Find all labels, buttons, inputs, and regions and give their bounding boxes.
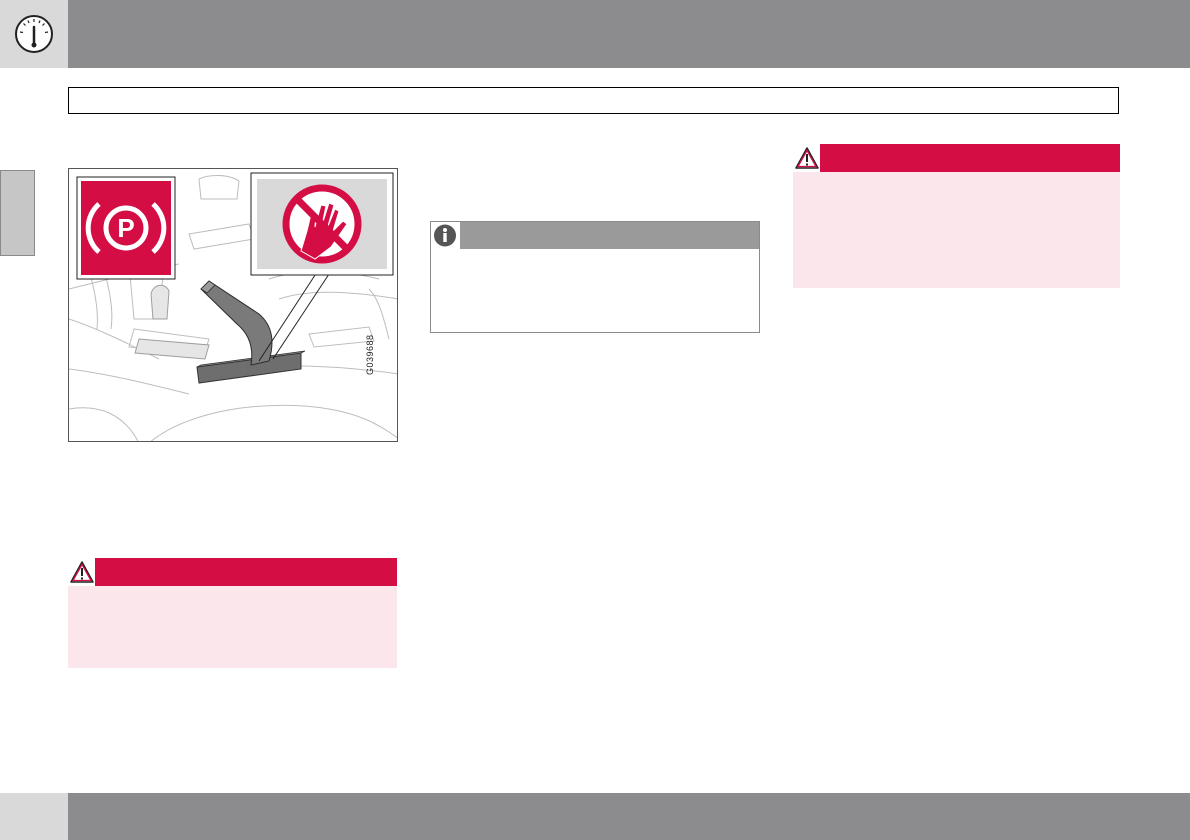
warning-header (68, 558, 397, 586)
parking-brake-symbol-icon: P (76, 176, 176, 280)
header-bar (68, 0, 1190, 68)
no-hand-prohibition-icon (250, 172, 394, 276)
warning-header (793, 144, 1120, 172)
info-note-box (430, 221, 760, 333)
warning-box-right (793, 144, 1120, 288)
info-note-header (431, 222, 759, 249)
warning-triangle-icon (793, 144, 821, 172)
chapter-tab[interactable] (0, 170, 35, 256)
warning-box (68, 558, 397, 668)
parking-brake-illustration: P G039688 (68, 168, 398, 442)
footer-bar (68, 793, 1190, 840)
warning-body (793, 172, 1120, 288)
speedometer-gauge-icon (14, 14, 54, 54)
svg-text:P: P (117, 213, 134, 243)
info-icon (431, 222, 460, 249)
section-title-box (68, 87, 1119, 114)
figure-code: G039688 (365, 334, 375, 375)
warning-triangle-icon (68, 558, 96, 586)
warning-body (68, 586, 397, 668)
footer-corner (0, 793, 68, 840)
